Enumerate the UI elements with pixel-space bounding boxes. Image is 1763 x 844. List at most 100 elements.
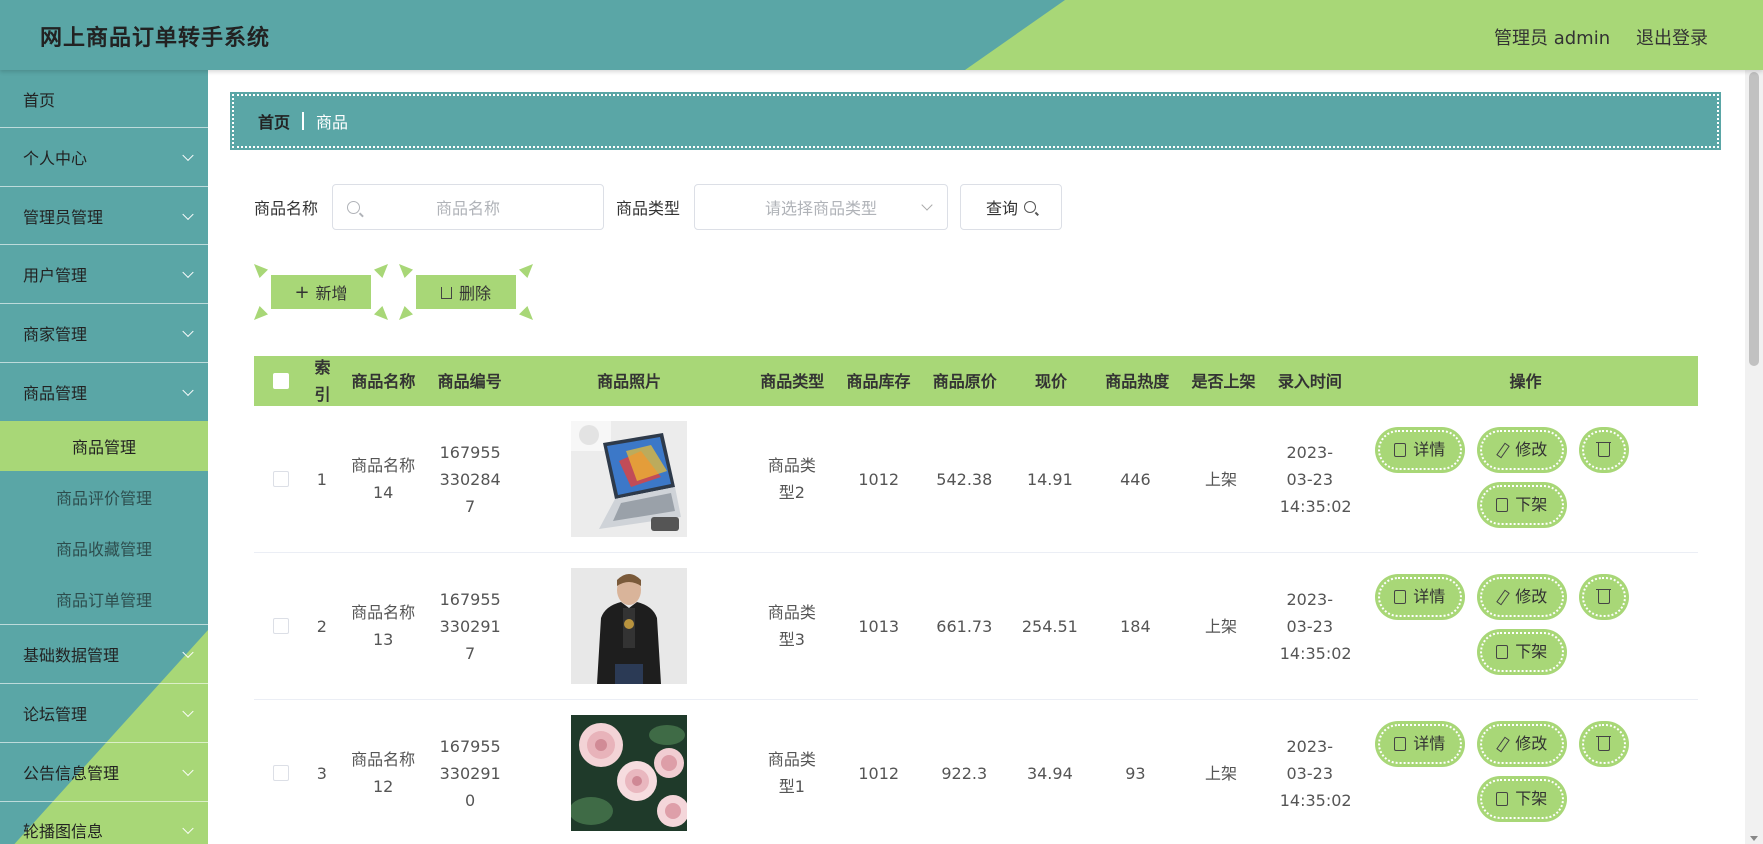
sidebar-item-users[interactable]: 用户管理 [0, 245, 208, 305]
chevron-down-icon [182, 384, 194, 397]
trash-icon [1595, 441, 1611, 457]
sidebar-item-profile[interactable]: 个人中心 [0, 128, 208, 187]
products-table: 索引 商品名称 商品编号 商品照片 商品类型 商品库存 商品原价 现价 商品热度… [254, 356, 1698, 844]
row-checkbox[interactable] [272, 471, 289, 487]
edit-button-label: 修改 [1515, 734, 1548, 753]
trash-icon [1595, 735, 1611, 751]
cell-name: 商品名称13 [351, 603, 416, 649]
sidebar-item-notices[interactable]: 公告信息管理 [0, 743, 208, 802]
sidebar-subitem-orders[interactable]: 商品订单管理 [0, 573, 208, 624]
page-scrollbar[interactable] [1745, 70, 1763, 844]
cell-index: 3 [316, 763, 327, 783]
chevron-down-icon [182, 647, 194, 659]
edit-button[interactable]: 修改 [1479, 723, 1564, 764]
type-select[interactable]: 请选择商品类型 [694, 184, 949, 230]
offshelf-button[interactable]: 下架 [1479, 484, 1564, 525]
edit-button[interactable]: 修改 [1479, 429, 1564, 470]
cell-original-price: 661.73 [936, 616, 993, 636]
delete-row-button[interactable] [1581, 576, 1626, 617]
breadcrumb-current: 商品 [316, 113, 349, 132]
offshelf-button-label: 下架 [1515, 495, 1548, 514]
edit-button-label: 修改 [1515, 440, 1548, 459]
col-header: 录入时间 [1277, 371, 1342, 391]
chevron-down-icon [182, 266, 194, 279]
chevron-down-icon [182, 208, 194, 220]
breadcrumb-separator [302, 112, 305, 130]
product-photo-roses[interactable] [570, 715, 687, 831]
scrollbar-thumb[interactable] [1749, 72, 1759, 366]
chevron-down-icon [921, 199, 933, 211]
document-icon [1496, 644, 1509, 659]
cell-code: 1679553302917 [439, 589, 501, 663]
sidebar-item-label: 用户管理 [23, 266, 88, 286]
row-checkbox[interactable] [272, 765, 289, 781]
detail-button[interactable]: 详情 [1377, 429, 1462, 470]
select-all-checkbox[interactable] [273, 373, 290, 389]
trash-icon [1595, 588, 1611, 604]
sidebar-subitem-favorites[interactable]: 商品收藏管理 [0, 522, 208, 573]
row-actions: 详情 修改 下架 [1356, 553, 1698, 700]
cell-price: 254.51 [1021, 616, 1078, 636]
sidebar-item-carousel[interactable]: 轮播图信息 [0, 802, 208, 844]
name-search-input[interactable]: 商品名称 [332, 184, 605, 230]
offshelf-button[interactable]: 下架 [1479, 778, 1564, 819]
logout-link[interactable]: 退出登录 [1636, 24, 1708, 50]
cell-type: 商品类型1 [767, 750, 816, 796]
document-icon [1496, 791, 1509, 806]
table-row[interactable]: 3 商品名称12 1679553302910 商品类型1 1012 922.3 … [254, 700, 1698, 844]
sidebar-item-label: 首页 [23, 90, 56, 110]
col-header: 商品原价 [932, 371, 997, 391]
current-user-label: 管理员 admin [1494, 28, 1611, 49]
app-title: 网上商品订单转手系统 [40, 26, 271, 51]
row-checkbox[interactable] [272, 618, 289, 634]
table-row[interactable]: 1 商品名称14 1679553302847 商品类型2 1012 542.38… [254, 406, 1698, 553]
corner-decoration [374, 306, 388, 320]
sidebar-subitem-products[interactable]: 商品管理 [0, 421, 208, 472]
cell-original-price: 542.38 [936, 469, 993, 489]
cell-heat: 446 [1120, 469, 1151, 489]
col-header: 操作 [1509, 371, 1542, 391]
sidebar-item-admin[interactable]: 管理员管理 [0, 187, 208, 246]
delete-row-button[interactable] [1581, 723, 1626, 764]
query-button[interactable]: 查询 [960, 184, 1063, 230]
scroll-down-arrow-icon[interactable] [1750, 836, 1758, 841]
cell-time: 2023-03-23 14:35:02 [1279, 736, 1352, 810]
sidebar-item-products[interactable]: 商品管理 [0, 363, 208, 422]
col-header: 商品类型 [760, 371, 825, 391]
product-photo-laptop[interactable] [570, 421, 687, 537]
cell-stock: 1012 [858, 763, 900, 783]
chevron-down-icon [182, 764, 194, 776]
delete-row-button[interactable] [1581, 429, 1626, 470]
detail-button[interactable]: 详情 [1377, 723, 1462, 764]
edit-button[interactable]: 修改 [1479, 576, 1564, 617]
sidebar-item-forum[interactable]: 论坛管理 [0, 684, 208, 743]
breadcrumb-home[interactable]: 首页 [258, 109, 290, 133]
product-photo-jacket[interactable] [570, 568, 687, 684]
sidebar-item-basic-data[interactable]: 基础数据管理 [0, 625, 208, 685]
delete-button[interactable]: 删除 [399, 264, 533, 320]
sidebar-subitem-reviews[interactable]: 商品评价管理 [0, 471, 208, 522]
sidebar-item-home[interactable]: 首页 [0, 70, 208, 128]
detail-button[interactable]: 详情 [1377, 576, 1462, 617]
search-icon [347, 201, 361, 214]
sidebar-item-merchants[interactable]: 商家管理 [0, 304, 208, 363]
detail-button-label: 详情 [1413, 587, 1446, 606]
pencil-icon [1496, 590, 1508, 604]
sidebar: 首页 个人中心 管理员管理 用户管理 商家管理 商品管理 商品管理 商品评价管理… [0, 70, 208, 844]
chevron-down-icon [182, 705, 194, 718]
sidebar-item-label: 管理员管理 [23, 207, 104, 227]
col-header: 商品热度 [1105, 371, 1170, 391]
offshelf-button[interactable]: 下架 [1479, 631, 1564, 672]
top-header: 网上商品订单转手系统 管理员 admin 退出登录 [0, 0, 1763, 70]
chevron-down-icon [182, 325, 194, 337]
plus-icon: + [294, 281, 310, 303]
sidebar-item-label: 商品管理 [23, 384, 88, 404]
pencil-icon [1496, 443, 1508, 457]
cell-type: 商品类型3 [767, 603, 816, 649]
cell-stock: 1012 [858, 469, 900, 489]
breadcrumb: 首页 商品 [230, 92, 1721, 150]
table-row[interactable]: 2 商品名称13 1679553302917 商品类型3 1013 661.73… [254, 553, 1698, 700]
add-button[interactable]: + 新增 [254, 264, 388, 320]
sidebar-item-label: 商家管理 [23, 324, 88, 344]
cell-on-shelf: 上架 [1204, 616, 1237, 636]
